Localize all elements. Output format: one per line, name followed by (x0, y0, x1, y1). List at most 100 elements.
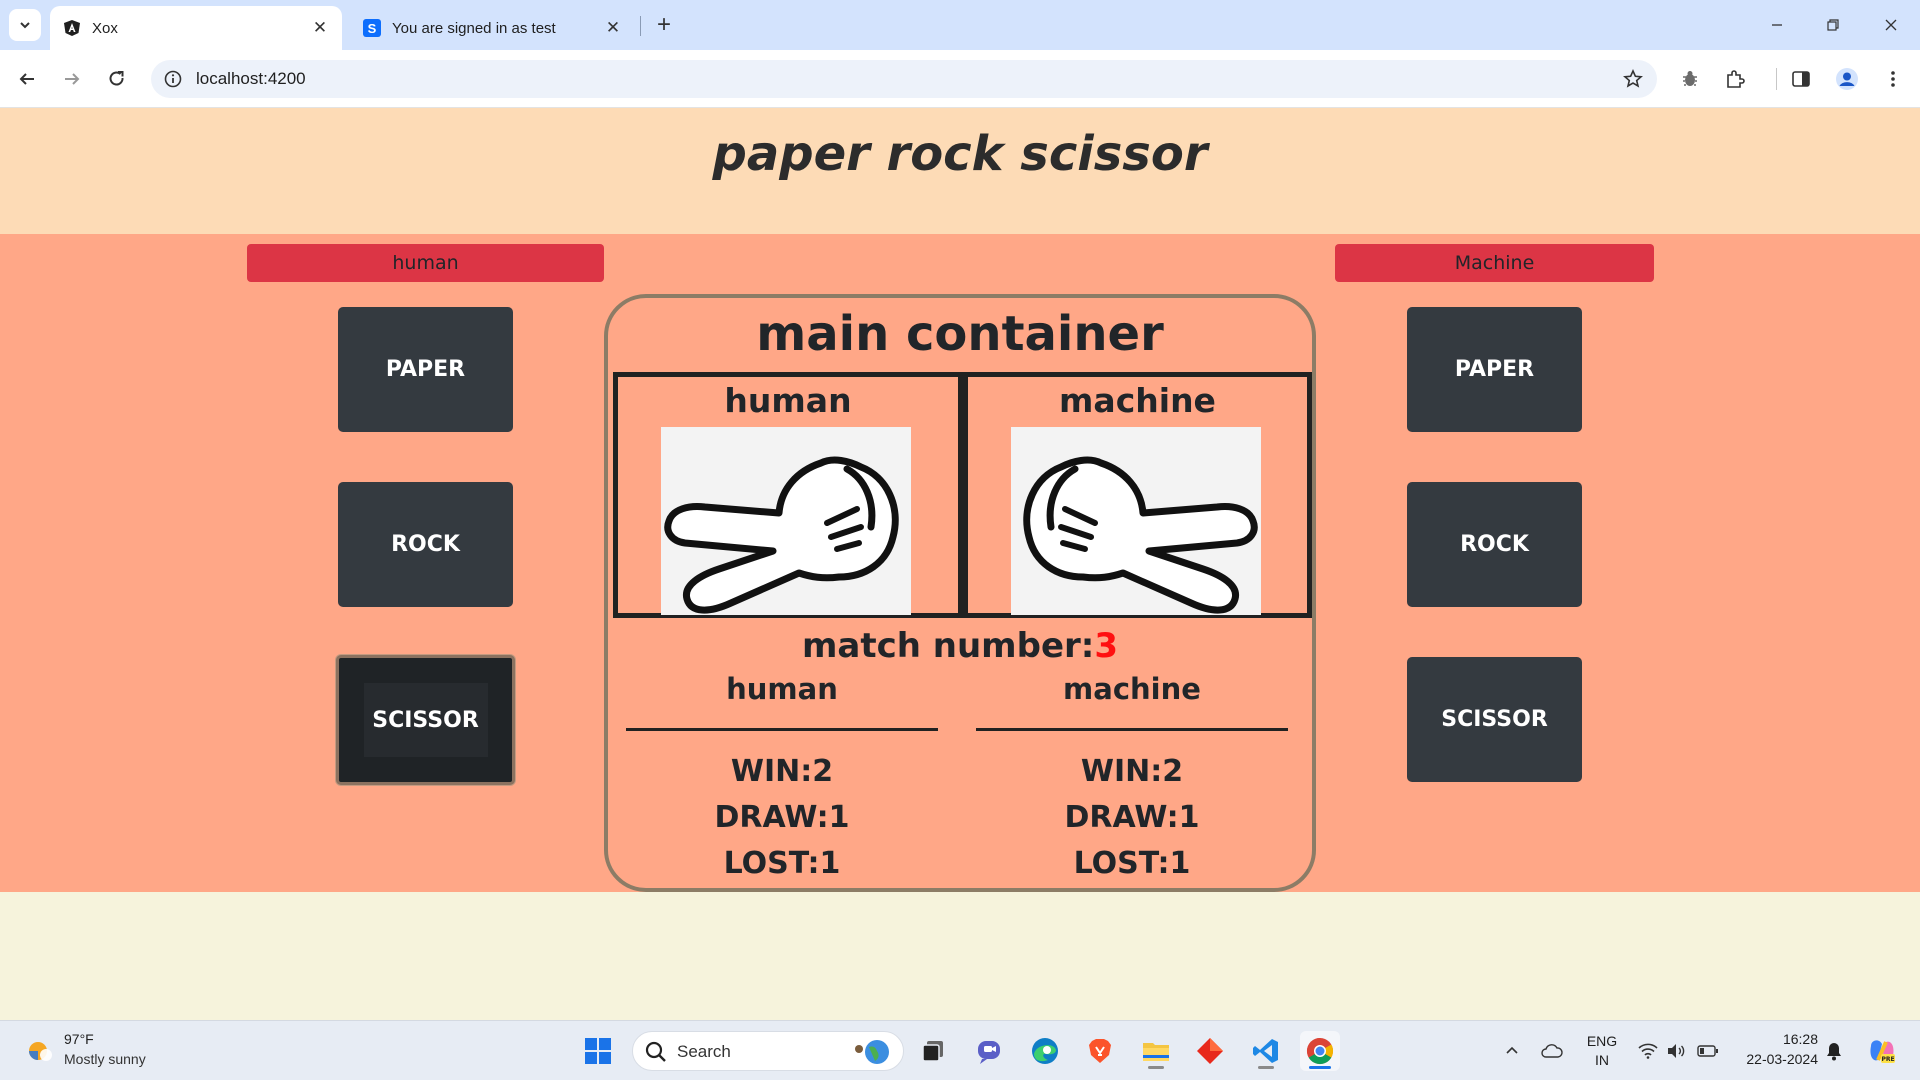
site-info-icon[interactable] (163, 69, 183, 89)
chrome-button[interactable] (1300, 1031, 1340, 1071)
machine-rock-button[interactable]: ROCK (1407, 482, 1582, 607)
notification-bell-icon[interactable] (1822, 1039, 1846, 1063)
weather-description[interactable]: Mostly sunny (64, 1051, 146, 1067)
match-number-line: match number:3 (608, 626, 1312, 666)
tab-xox[interactable]: Xox ✕ (50, 6, 342, 50)
main-container-title: main container (756, 306, 1164, 362)
restore-icon (1827, 19, 1839, 31)
profile-avatar-icon[interactable] (1830, 62, 1864, 96)
address-bar[interactable]: localhost:4200 (151, 60, 1657, 98)
new-tab-button[interactable]: + (650, 11, 678, 39)
s-logo-icon: S (362, 18, 382, 38)
human-choice-label: human (724, 381, 852, 420)
clock-time[interactable]: 16:28 (1734, 1031, 1818, 1047)
running-indicator (1148, 1066, 1164, 1069)
human-draw-count: DRAW:1 (714, 800, 850, 835)
side-panel-icon[interactable] (1784, 62, 1818, 96)
onedrive-cloud-icon[interactable] (1540, 1039, 1564, 1063)
human-lost-count: LOST:1 (723, 846, 841, 881)
tab-title: Xox (92, 19, 118, 37)
windows-start-button[interactable] (578, 1031, 618, 1071)
task-view-button[interactable] (914, 1031, 954, 1071)
human-score-heading: human (726, 672, 838, 706)
close-window-button[interactable] (1868, 8, 1914, 42)
running-indicator (1309, 1066, 1331, 1069)
divider (626, 728, 938, 731)
chrome-icon (1306, 1037, 1334, 1065)
clock-date[interactable]: 22-03-2024 (1734, 1051, 1818, 1067)
machine-score-heading: machine (1063, 672, 1201, 706)
wifi-icon[interactable] (1636, 1039, 1660, 1063)
close-icon[interactable]: ✕ (308, 16, 332, 40)
tab-title: You are signed in as test (392, 19, 556, 37)
machine-scissor-button[interactable]: SCISSOR (1407, 657, 1582, 782)
extensions-puzzle-icon[interactable] (1718, 62, 1752, 96)
weather-temperature[interactable]: 97°F (64, 1031, 94, 1047)
minimize-icon (1772, 24, 1782, 26)
search-icon (645, 1041, 666, 1062)
human-scissor-button[interactable]: SCISSOR (336, 655, 515, 785)
machine-choice-box: machine (963, 372, 1312, 618)
url-text[interactable]: localhost:4200 (196, 69, 306, 89)
page-viewport: paper rock scissor human PAPER ROCK SCIS… (0, 108, 1920, 1020)
angular-icon (62, 18, 82, 38)
machine-choice-label: machine (1059, 381, 1216, 420)
minimize-button[interactable] (1754, 8, 1800, 42)
language-indicator-bottom[interactable]: IN (1582, 1052, 1622, 1068)
edge-icon (1032, 1038, 1058, 1064)
back-button[interactable] (10, 62, 44, 96)
svg-text:PRE: PRE (1881, 1056, 1894, 1063)
svg-text:S: S (368, 21, 377, 36)
main-container: main container human machine match numbe… (604, 294, 1316, 892)
git-app-button[interactable] (1190, 1031, 1230, 1071)
machine-paper-button[interactable]: PAPER (1407, 307, 1582, 432)
human-rock-button[interactable]: ROCK (338, 482, 513, 607)
game-arena: human PAPER ROCK SCISSOR Machine PAPER R… (0, 234, 1920, 892)
human-choice-box: human (613, 372, 963, 618)
task-view-icon (922, 1041, 943, 1062)
teams-chat-icon (978, 1041, 1000, 1064)
machine-scoreboard: machine WIN:2 DRAW:1 LOST:1 (976, 672, 1288, 887)
search-placeholder: Search (677, 1042, 731, 1061)
battery-icon[interactable] (1696, 1039, 1720, 1063)
tab-search-button[interactable] (9, 9, 41, 41)
browser-toolbar: localhost:4200 (0, 50, 1920, 108)
windows-logo-icon (585, 1038, 611, 1064)
volume-icon[interactable] (1664, 1039, 1688, 1063)
tab-signed-in[interactable]: S You are signed in as test ✕ (350, 6, 635, 50)
reload-button[interactable] (100, 62, 134, 96)
chevron-up-icon[interactable] (1500, 1039, 1524, 1063)
scissor-button-focus: SCISSOR (363, 683, 488, 757)
language-indicator-top[interactable]: ENG (1582, 1033, 1622, 1049)
toolbar-divider (1776, 68, 1777, 90)
reload-icon (109, 71, 124, 86)
bookmark-star-icon[interactable] (1621, 67, 1645, 91)
human-player-label: human (247, 244, 604, 282)
arrow-left-icon (19, 73, 34, 85)
brave-lion-icon (1089, 1039, 1111, 1063)
taskbar-search-box[interactable]: Search (632, 1031, 904, 1071)
machine-draw-count: DRAW:1 (1064, 800, 1200, 835)
brave-browser-button[interactable] (1080, 1031, 1120, 1071)
extension-bug-icon[interactable] (1673, 62, 1707, 96)
divider (976, 728, 1288, 731)
human-win-count: WIN:2 (730, 754, 834, 789)
red-diamond-app-icon (1197, 1038, 1223, 1064)
page-title: paper rock scissor (712, 126, 1208, 182)
copilot-icon[interactable]: PRE (1866, 1035, 1898, 1067)
vscode-button[interactable] (1246, 1031, 1286, 1071)
teams-chat-button[interactable] (970, 1031, 1010, 1071)
forward-button[interactable] (55, 62, 89, 96)
more-menu-icon[interactable] (1876, 62, 1910, 96)
human-scoreboard: human WIN:2 DRAW:1 LOST:1 (626, 672, 938, 887)
edge-browser-button[interactable] (1025, 1031, 1065, 1071)
restore-button[interactable] (1810, 8, 1856, 42)
match-number-label: match number: (801, 626, 1095, 666)
human-paper-button[interactable]: PAPER (338, 307, 513, 432)
search-highlight-globe-icon (855, 1040, 889, 1064)
machine-player-label: Machine (1335, 244, 1654, 282)
close-icon[interactable]: ✕ (601, 16, 625, 40)
weather-sun-icon[interactable] (24, 1035, 56, 1067)
scissors-hand-icon (661, 427, 911, 615)
file-explorer-button[interactable] (1136, 1031, 1176, 1071)
